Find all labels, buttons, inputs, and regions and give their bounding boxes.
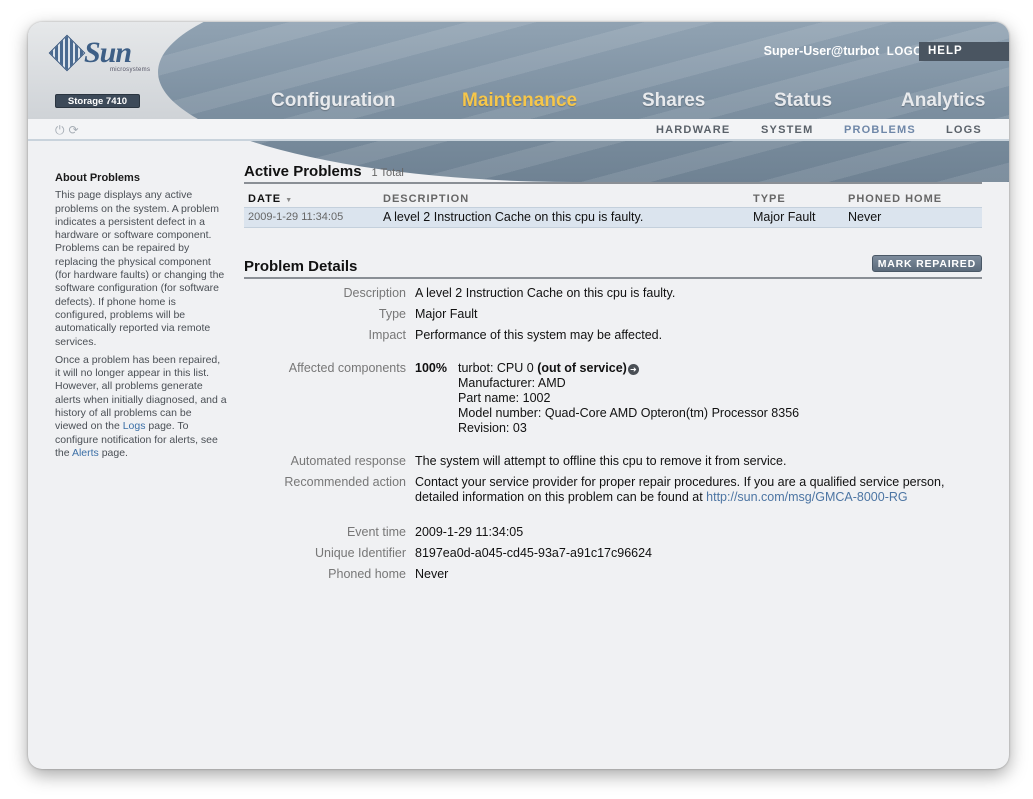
subnav-icons: ⏻ ⟳	[55, 123, 83, 138]
sidebar-para-2: Once a problem has been repaired, it wil…	[55, 354, 227, 460]
problem-details: Description A level 2 Instruction Cache o…	[244, 286, 982, 582]
main-content: Active Problems 1 Total DATE ▼ DESCRIPTIO…	[244, 163, 982, 588]
column-phoned-home[interactable]: PHONED HOME	[844, 191, 982, 207]
value-affected: 100% turbot: CPU 0 (out of service) ➜ Man…	[415, 361, 982, 436]
component-manufacturer: Manufacturer: AMD	[458, 375, 566, 390]
label-affected: Affected components	[288, 360, 406, 375]
navigate-arrow-icon[interactable]: ➜	[627, 363, 639, 375]
sidebar-help: About Problems This page displays any ac…	[55, 172, 227, 465]
active-problems-title: Active Problems	[244, 163, 362, 180]
column-description[interactable]: DESCRIPTION	[379, 191, 749, 207]
mark-repaired-button[interactable]: MARK REPAIRED	[871, 254, 982, 272]
value-uuid: 8197ea0d-a045-cd45-93a7-a91c17c96624	[415, 545, 653, 560]
affected-percent: 100%	[415, 360, 447, 375]
label-uuid: Unique Identifier	[314, 545, 406, 560]
label-automated: Automated response	[290, 453, 406, 468]
label-description: Description	[343, 285, 406, 300]
value-automated: The system will attempt to offline this …	[415, 453, 787, 468]
value-event-time: 2009-1-29 11:34:05	[415, 524, 524, 539]
user-area: Super-User@turbot LOGOUT	[764, 44, 939, 58]
knowledge-article-link[interactable]: http://sun.com/msg/GMCA-8000-RG	[706, 490, 907, 504]
sun-logo[interactable]: Sun microsystems	[48, 34, 150, 74]
sidebar-para-1: This page displays any active problems o…	[55, 189, 225, 348]
app-window: Sun microsystems Storage 7410 Super-User…	[28, 22, 1009, 769]
value-impact: Performance of this system may be affect…	[415, 327, 663, 342]
logo-subtext: microsystems	[110, 67, 151, 73]
sidebar-title: About Problems	[55, 172, 140, 184]
logs-link[interactable]: Logs	[123, 420, 146, 432]
component-revision: Revision: 03	[458, 420, 527, 435]
logo-text: Sun	[84, 36, 132, 69]
component-part-name: Part name: 1002	[458, 390, 551, 405]
tab-problems[interactable]: PROBLEMS	[844, 124, 916, 136]
alerts-link[interactable]: Alerts	[72, 447, 99, 459]
component-name: turbot: CPU 0	[458, 360, 538, 375]
label-phoned-home: Phoned home	[328, 566, 406, 581]
affected-component: turbot: CPU 0 (out of service) ➜ Manufact…	[458, 361, 799, 436]
power-icon[interactable]: ⏻	[55, 123, 65, 137]
component-model: Model number: Quad-Core AMD Opteron(tm) …	[458, 405, 800, 420]
help-button[interactable]: HELP	[919, 42, 1009, 61]
cell-date: 2009-1-29 11:34:05	[244, 206, 379, 228]
sort-desc-icon: ▼	[285, 196, 294, 204]
component-status: (out of service)	[537, 360, 627, 375]
column-date[interactable]: DATE ▼	[244, 191, 379, 207]
tab-logs[interactable]: LOGS	[946, 124, 982, 136]
problem-count: 1 Total	[371, 167, 404, 179]
problems-table: DATE ▼ DESCRIPTION TYPE PHONED HOME 2009…	[244, 191, 982, 228]
nav-maintenance[interactable]: Maintenance	[462, 90, 577, 112]
nav-shares[interactable]: Shares	[642, 90, 705, 112]
active-problems-header: Active Problems 1 Total	[244, 163, 982, 184]
label-recommended: Recommended action	[284, 474, 406, 489]
nav-status[interactable]: Status	[774, 90, 832, 112]
label-impact: Impact	[368, 327, 406, 342]
tab-system[interactable]: SYSTEM	[761, 124, 813, 136]
value-type: Major Fault	[415, 306, 478, 321]
masthead: Sun microsystems Storage 7410 Super-User…	[28, 22, 1009, 182]
label-event-time: Event time	[346, 524, 406, 539]
sidebar-text: page.	[98, 446, 128, 459]
value-description: A level 2 Instruction Cache on this cpu …	[415, 285, 676, 300]
nav-analytics[interactable]: Analytics	[901, 90, 985, 112]
sun-logo-icon	[48, 34, 86, 72]
tab-hardware[interactable]: HARDWARE	[656, 124, 730, 136]
cell-phoned-home: Never	[844, 206, 982, 228]
problem-details-title: Problem Details	[244, 257, 358, 275]
column-date-label: DATE	[248, 192, 282, 205]
column-type[interactable]: TYPE	[749, 191, 844, 207]
table-header-row: DATE ▼ DESCRIPTION TYPE PHONED HOME	[244, 191, 982, 207]
refresh-icon[interactable]: ⟳	[69, 123, 79, 137]
cell-type: Major Fault	[749, 206, 844, 228]
main-nav: Configuration Maintenance Shares Status …	[28, 90, 1009, 114]
current-user: Super-User@turbot	[763, 44, 880, 58]
sub-nav: ⏻ ⟳ HARDWARE SYSTEM PROBLEMS LOGS	[28, 119, 1009, 141]
cell-description: A level 2 Instruction Cache on this cpu …	[379, 206, 749, 228]
table-row[interactable]: 2009-1-29 11:34:05 A level 2 Instruction…	[244, 206, 982, 228]
value-phoned-home: Never	[415, 566, 449, 581]
nav-configuration[interactable]: Configuration	[271, 90, 396, 112]
value-recommended: Contact your service provider for proper…	[415, 475, 982, 505]
problem-details-header: Problem Details MARK REPAIRED	[244, 254, 982, 279]
label-type: Type	[378, 306, 406, 321]
